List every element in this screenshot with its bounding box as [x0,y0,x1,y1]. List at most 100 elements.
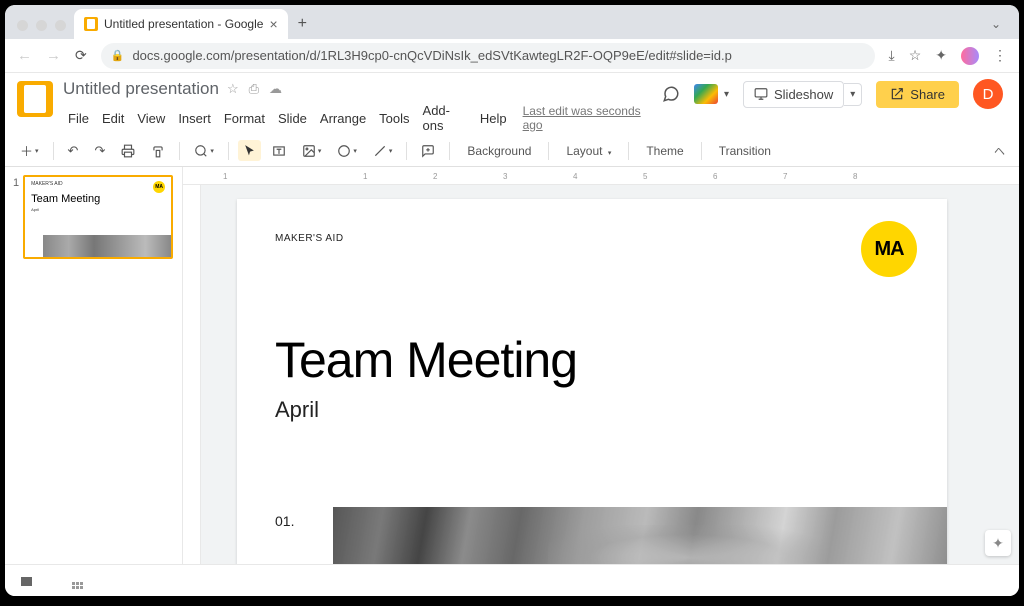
svg-text:6: 6 [713,172,718,181]
select-tool[interactable] [238,140,261,161]
thumb-company: MAKER'S AID [25,177,171,191]
menu-edit[interactable]: Edit [97,109,129,128]
menu-insert[interactable]: Insert [173,109,216,128]
menu-bar: File Edit View Insert Format Slide Arran… [63,101,652,135]
filmstrip-view-button[interactable] [21,573,32,589]
paint-format-button[interactable] [146,140,170,162]
extensions-icon[interactable]: ✦ [935,47,947,64]
layout-button[interactable]: Layout ▾ [558,140,619,162]
shape-tool[interactable]: ▾ [332,140,362,162]
slide-subtitle-text[interactable]: April [275,397,319,423]
share-button[interactable]: Share [876,81,959,108]
menu-arrange[interactable]: Arrange [315,109,371,128]
svg-text:4: 4 [573,172,578,181]
meet-dropdown[interactable]: ▾ [724,89,729,100]
print-button[interactable] [116,140,140,162]
slide-image[interactable] [333,507,947,564]
back-button[interactable]: ← [17,47,32,64]
image-tool[interactable]: ▾ [297,140,327,162]
document-title[interactable]: Untitled presentation [63,79,219,99]
redo-button[interactable]: ↷ [89,139,110,163]
menu-addons[interactable]: Add-ons [418,101,472,135]
minimize-window-button[interactable] [36,20,47,31]
vertical-ruler[interactable] [183,185,201,564]
menu-slide[interactable]: Slide [273,109,312,128]
line-tool[interactable]: ▾ [368,140,398,162]
comment-button[interactable] [416,140,440,162]
slide-thumbnail-1[interactable]: 1 MAKER'S AID MA Team Meeting April [13,175,174,259]
slide-number: 1 [13,175,19,259]
menu-file[interactable]: File [63,109,94,128]
zoom-button[interactable]: ▾ [189,140,219,162]
filmstrip[interactable]: 1 MAKER'S AID MA Team Meeting April [5,167,183,564]
textbox-tool[interactable] [267,140,291,162]
theme-button[interactable]: Theme [638,140,691,162]
meet-button[interactable] [694,84,718,104]
browser-addressbar: ← → ⟳ 🔒 docs.google.com/presentation/d/1… [5,39,1019,73]
user-avatar[interactable]: D [973,79,1003,109]
background-button[interactable]: Background [459,140,539,162]
slide-company-text[interactable]: MAKER'S AID [275,233,344,244]
lock-icon: 🔒 [111,49,125,62]
slideshow-label: Slideshow [774,87,833,102]
browser-actions: ⤓ ☆ ✦ ⋮ [889,47,1008,65]
bookmark-icon[interactable]: ☆ [909,47,922,64]
install-app-icon[interactable]: ⤓ [889,47,895,64]
undo-button[interactable]: ↶ [63,139,84,163]
bottom-bar [5,564,1019,596]
browser-window: Untitled presentation - Google × + ⌄ ← →… [5,5,1019,596]
profile-avatar[interactable] [961,47,979,65]
slide-page-number[interactable]: 01. [275,513,294,529]
canvas-viewport[interactable]: MAKER'S AID MA Team Meeting April 01. ✦ [201,185,1019,564]
canvas-area: 1 1 2 3 4 5 6 7 8 9 [183,167,1019,564]
window-controls [13,20,74,39]
horizontal-ruler[interactable]: 1 1 2 3 4 5 6 7 8 9 [183,167,1019,185]
slide-logo[interactable]: MA [861,221,917,277]
svg-text:5: 5 [643,172,648,181]
menu-format[interactable]: Format [219,109,270,128]
app-header: Untitled presentation ☆ ⎙ ☁ File Edit Vi… [5,73,1019,135]
slide-canvas[interactable]: MAKER'S AID MA Team Meeting April 01. [237,199,947,564]
last-edit-link[interactable]: Last edit was seconds ago [523,104,652,132]
close-tab-button[interactable]: × [269,16,277,32]
svg-text:3: 3 [503,172,508,181]
thumb-subtitle: April [25,207,171,212]
explore-button[interactable]: ✦ [985,530,1011,556]
new-tab-button[interactable]: + [288,9,317,39]
slideshow-button[interactable]: Slideshow [743,81,844,108]
menu-view[interactable]: View [132,109,170,128]
browser-tab[interactable]: Untitled presentation - Google × [74,9,288,39]
toolbar: ＋▾ ↶ ↷ ▾ ▾ ▾ ▾ [5,135,1019,167]
slides-favicon-icon [84,17,98,31]
browser-menu-button[interactable]: ⋮ [993,47,1007,64]
maximize-window-button[interactable] [55,20,66,31]
forward-button[interactable]: → [46,47,61,64]
cloud-status-icon[interactable]: ☁ [269,81,282,97]
star-icon[interactable]: ☆ [227,81,239,97]
address-bar[interactable]: 🔒 docs.google.com/presentation/d/1RL3H9c… [101,43,875,69]
new-slide-button[interactable]: ＋▾ [15,137,44,164]
move-icon[interactable]: ⎙ [249,81,259,97]
main-area: 1 MAKER'S AID MA Team Meeting April 1 1 … [5,167,1019,564]
thumb-title: Team Meeting [25,191,171,207]
grid-view-button[interactable] [72,572,83,589]
svg-text:7: 7 [783,172,788,181]
browser-tabbar: Untitled presentation - Google × + ⌄ [5,5,1019,39]
tabs-chevron-down-icon[interactable]: ⌄ [991,17,1011,39]
svg-text:1: 1 [223,172,228,181]
transition-button[interactable]: Transition [711,140,779,162]
slideshow-dropdown[interactable]: ▾ [844,83,862,106]
share-label: Share [910,87,945,102]
reload-button[interactable]: ⟳ [75,47,87,64]
slide-title-text[interactable]: Team Meeting [275,331,577,389]
svg-text:8: 8 [853,172,858,181]
close-window-button[interactable] [17,20,28,31]
menu-help[interactable]: Help [475,109,512,128]
slides-logo-icon[interactable] [17,81,53,117]
svg-text:2: 2 [433,172,438,181]
comment-history-button[interactable] [662,85,680,103]
menu-tools[interactable]: Tools [374,109,414,128]
thumb-image [43,235,171,257]
collapse-toolbar-button[interactable]: ヘ [990,139,1009,163]
tab-title: Untitled presentation - Google [104,17,263,31]
